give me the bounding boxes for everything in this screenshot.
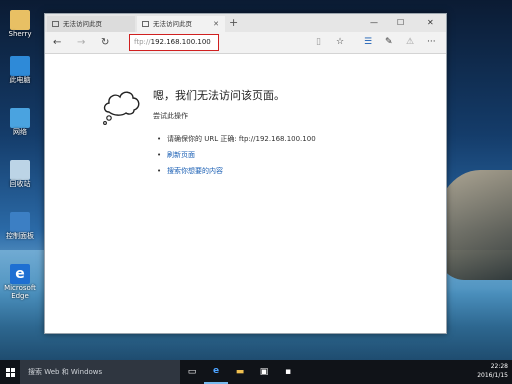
desktop-icon-user-folder[interactable]: Sherry xyxy=(4,10,36,38)
desktop-icon-label: 控制面板 xyxy=(6,232,34,240)
reading-view-icon[interactable]: ▯ xyxy=(316,34,321,51)
tab-label: 无法访问此页 xyxy=(153,20,192,28)
desktop-icon-network[interactable]: 网络 xyxy=(4,108,36,136)
cloud-icon xyxy=(103,91,140,125)
browser-window: 无法访问此页 无法访问此页 ✕ + — ☐ ✕ ← → ↻ ftp://192.… xyxy=(44,13,447,334)
desktop-icon-control-panel[interactable]: 控制面板 xyxy=(4,212,36,240)
taskbar: 搜索 Web 和 Windows ▭ e ▬ ▣ ▪ 22:28 2016/1/… xyxy=(0,360,512,384)
clock-date: 2016/1/15 xyxy=(477,372,508,379)
desktop-icon-label: 回收站 xyxy=(9,180,31,188)
desktop-icon-label: Microsoft Edge xyxy=(4,284,36,300)
suggestion-refresh-link[interactable]: 刷新页面 xyxy=(157,150,316,166)
tab-bar: 无法访问此页 无法访问此页 ✕ + — ☐ ✕ xyxy=(45,14,446,32)
system-clock[interactable]: 22:28 2016/1/15 xyxy=(477,362,508,380)
windows-logo-icon xyxy=(5,367,15,377)
suggestion-search-link[interactable]: 搜索你想要的内容 xyxy=(157,166,316,182)
desktop-icon-this-pc[interactable]: 此电脑 xyxy=(4,56,36,84)
page-icon xyxy=(142,21,149,27)
suggestion-list: 请确保你的 URL 正确: ftp://192.168.100.100 刷新页面… xyxy=(157,134,316,182)
store-icon[interactable]: ▣ xyxy=(252,360,276,384)
address-protocol: ftp:// xyxy=(134,38,151,46)
hub-icon[interactable]: ☰ xyxy=(364,34,372,51)
minimize-button[interactable]: — xyxy=(370,14,378,32)
favorite-star-icon[interactable]: ☆ xyxy=(336,34,344,51)
file-explorer-icon[interactable]: ▬ xyxy=(228,360,252,384)
more-icon[interactable]: ··· xyxy=(427,34,436,51)
web-note-icon[interactable]: ✎ xyxy=(385,34,393,51)
suggestion-check-url: 请确保你的 URL 正确: ftp://192.168.100.100 xyxy=(157,134,316,150)
computer-icon xyxy=(10,56,30,76)
desktop-icon-label: Sherry xyxy=(8,30,32,38)
start-button[interactable] xyxy=(0,360,20,384)
tab-2[interactable]: 无法访问此页 ✕ xyxy=(137,16,225,32)
refresh-button[interactable]: ↻ xyxy=(101,34,109,51)
desktop-icon-edge[interactable]: e Microsoft Edge xyxy=(4,264,36,300)
desktop-icon-label: 网络 xyxy=(13,128,27,136)
tab-1[interactable]: 无法访问此页 xyxy=(47,16,135,32)
folder-icon xyxy=(10,10,30,30)
desktop-icon-recycle-bin[interactable]: 回收站 xyxy=(4,160,36,188)
share-icon[interactable]: ⚠ xyxy=(406,34,414,51)
clock-time: 22:28 xyxy=(490,363,508,370)
command-prompt-icon[interactable]: ▪ xyxy=(276,360,300,384)
task-view-icon[interactable]: ▭ xyxy=(180,360,204,384)
back-button[interactable]: ← xyxy=(53,34,61,51)
error-heading: 嗯，我们无法访问该页面。 xyxy=(153,89,285,102)
edge-taskbar-icon[interactable]: e xyxy=(204,360,228,384)
navigation-bar: ← → ↻ ftp://192.168.100.100 ▯ ☆ ☰ ✎ ⚠ ··… xyxy=(45,32,446,54)
taskbar-search-box[interactable]: 搜索 Web 和 Windows xyxy=(20,360,180,384)
control-panel-icon xyxy=(10,212,30,232)
page-icon xyxy=(52,21,59,27)
recycle-bin-icon xyxy=(10,160,30,180)
address-host: 192.168.100.100 xyxy=(150,38,211,46)
new-tab-button[interactable]: + xyxy=(229,14,238,32)
error-subtitle: 尝试此操作 xyxy=(153,112,188,120)
close-tab-icon[interactable]: ✕ xyxy=(213,16,219,32)
address-bar[interactable]: ftp://192.168.100.100 xyxy=(129,34,219,51)
forward-button[interactable]: → xyxy=(77,34,85,51)
maximize-button[interactable]: ☐ xyxy=(397,14,404,32)
desktop-icon-label: 此电脑 xyxy=(9,76,31,84)
close-window-button[interactable]: ✕ xyxy=(427,14,434,32)
edge-icon: e xyxy=(10,264,30,284)
network-icon xyxy=(10,108,30,128)
tab-label: 无法访问此页 xyxy=(63,20,102,28)
